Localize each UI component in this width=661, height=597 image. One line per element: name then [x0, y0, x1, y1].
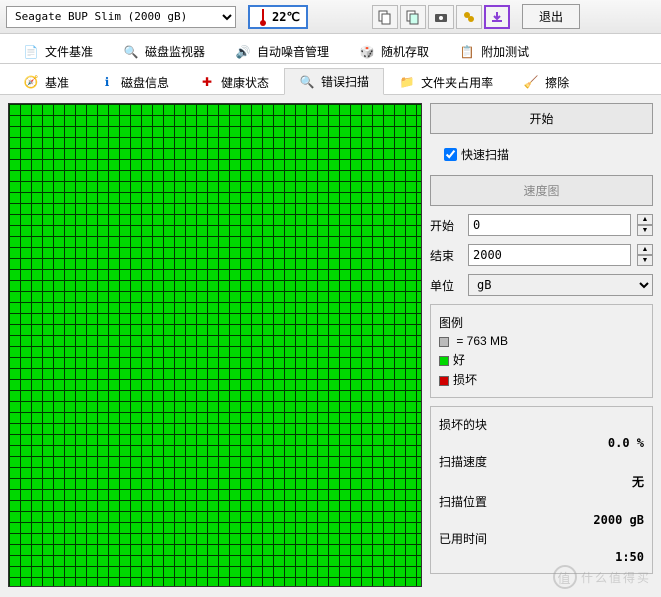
- elapsed-value: 1:50: [439, 550, 644, 564]
- scan-icon: 🔍: [299, 74, 315, 90]
- drive-select[interactable]: Seagate BUP Slim (2000 gB): [6, 6, 236, 28]
- file-icon: 📄: [23, 44, 39, 60]
- dice-icon: 🎲: [359, 44, 375, 60]
- legend-good: 好: [439, 351, 644, 368]
- screenshot-button[interactable]: [428, 5, 454, 29]
- end-param-row: 结束 ▲▼: [430, 244, 653, 266]
- position-value: 2000 gB: [439, 513, 644, 527]
- tab-random-access[interactable]: 🎲随机存取: [344, 38, 444, 64]
- end-spinner[interactable]: ▲▼: [637, 244, 653, 266]
- erase-icon: 🧹: [523, 74, 539, 90]
- legend-block-size: = 763 MB: [439, 334, 644, 348]
- watermark-text: 什么值得买: [581, 569, 651, 586]
- elapsed-label: 已用时间: [439, 530, 644, 547]
- tab-row-1: 📄文件基准 🔍磁盘监视器 🔊自动噪音管理 🎲随机存取 📋附加测试: [0, 34, 661, 64]
- thermometer-icon: [256, 8, 270, 26]
- stats-box: 损坏的块 0.0 % 扫描速度 无 扫描位置 2000 gB 已用时间 1:50: [430, 406, 653, 574]
- scan-block-map: [8, 103, 422, 587]
- speaker-icon: 🔊: [235, 44, 251, 60]
- tab-file-benchmark[interactable]: 📄文件基准: [8, 38, 108, 64]
- speed-map-button: 速度图: [430, 175, 653, 206]
- tab-benchmark[interactable]: 🧭基准: [8, 68, 84, 95]
- position-label: 扫描位置: [439, 493, 644, 510]
- unit-param-row: 单位 gB: [430, 274, 653, 296]
- options-button[interactable]: [456, 5, 482, 29]
- content-area: 开始 快速扫描 速度图 开始 ▲▼ 结束 ▲▼ 单位 gB 图例 = 763 M…: [0, 95, 661, 595]
- health-icon: ✚: [199, 74, 215, 90]
- gauge-icon: 🧭: [23, 74, 39, 90]
- copy-text-button[interactable]: [372, 5, 398, 29]
- damaged-value: 0.0 %: [439, 436, 644, 450]
- end-label: 结束: [430, 247, 462, 264]
- side-panel: 开始 快速扫描 速度图 开始 ▲▼ 结束 ▲▼ 单位 gB 图例 = 763 M…: [430, 103, 653, 587]
- temperature-value: 22℃: [272, 10, 300, 24]
- toolbar-button-group: [372, 5, 510, 29]
- monitor-icon: 🔍: [123, 44, 139, 60]
- quick-scan-checkbox[interactable]: [444, 148, 457, 161]
- tab-aam[interactable]: 🔊自动噪音管理: [220, 38, 344, 64]
- speed-value: 无: [439, 473, 644, 490]
- tab-disk-monitor[interactable]: 🔍磁盘监视器: [108, 38, 220, 64]
- legend-box: 图例 = 763 MB 好 损坏: [430, 304, 653, 398]
- unit-select[interactable]: gB: [468, 274, 653, 296]
- folder-icon: 📁: [399, 74, 415, 90]
- info-icon: ℹ: [99, 74, 115, 90]
- watermark: 值 什么值得买: [553, 565, 651, 589]
- end-input[interactable]: [468, 244, 631, 266]
- watermark-icon: 值: [553, 565, 577, 589]
- tab-erase[interactable]: 🧹擦除: [508, 68, 584, 95]
- start-input[interactable]: [468, 214, 631, 236]
- tab-row-2: 🧭基准 ℹ磁盘信息 ✚健康状态 🔍错误扫描 📁文件夹占用率 🧹擦除: [0, 64, 661, 95]
- top-toolbar: Seagate BUP Slim (2000 gB) 22℃ 退出: [0, 0, 661, 34]
- quick-scan-checkbox-row[interactable]: 快速扫描: [430, 146, 653, 163]
- legend-title: 图例: [439, 314, 644, 331]
- legend-bad: 损坏: [439, 371, 644, 388]
- unit-label: 单位: [430, 277, 462, 294]
- save-button[interactable]: [484, 5, 510, 29]
- bad-icon: [439, 376, 449, 386]
- copy-info-button[interactable]: [400, 5, 426, 29]
- block-icon: [439, 337, 449, 347]
- speed-label: 扫描速度: [439, 453, 644, 470]
- exit-button[interactable]: 退出: [522, 4, 580, 29]
- tab-folder-usage[interactable]: 📁文件夹占用率: [384, 68, 508, 95]
- tab-error-scan[interactable]: 🔍错误扫描: [284, 68, 384, 95]
- start-param-row: 开始 ▲▼: [430, 214, 653, 236]
- start-scan-button[interactable]: 开始: [430, 103, 653, 134]
- tab-extra-tests[interactable]: 📋附加测试: [444, 38, 544, 64]
- start-label: 开始: [430, 217, 462, 234]
- tab-health[interactable]: ✚健康状态: [184, 68, 284, 95]
- good-icon: [439, 356, 449, 366]
- start-spinner[interactable]: ▲▼: [637, 214, 653, 236]
- clipboard-icon: 📋: [459, 44, 475, 60]
- damaged-label: 损坏的块: [439, 416, 644, 433]
- temperature-indicator: 22℃: [248, 5, 308, 29]
- tab-disk-info[interactable]: ℹ磁盘信息: [84, 68, 184, 95]
